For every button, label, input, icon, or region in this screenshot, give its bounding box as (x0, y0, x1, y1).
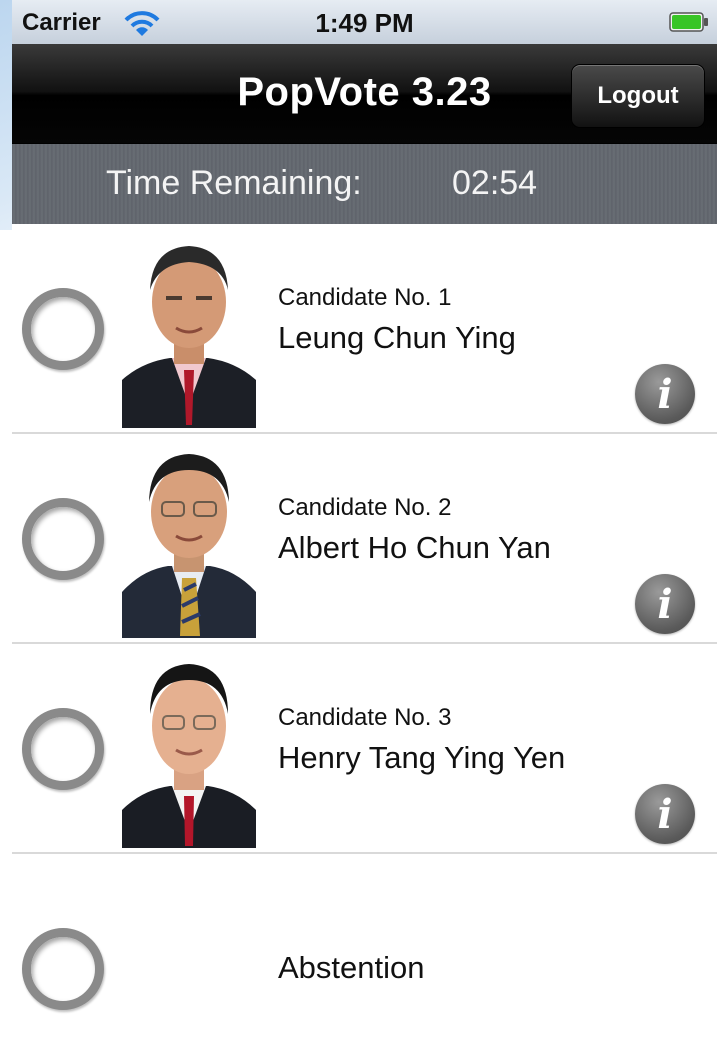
info-icon[interactable]: i (635, 784, 695, 844)
candidate-number: Candidate No. 2 (278, 494, 452, 521)
status-bar: Carrier 1:49 PM (12, 0, 717, 44)
candidate-name: Albert Ho Chun Yan (278, 530, 551, 565)
navigation-bar: PopVote 3.23 Logout (12, 44, 717, 144)
candidate-row[interactable]: Candidate No. 2 Albert Ho Chun Yan i (12, 434, 717, 644)
candidate-number: Candidate No. 3 (278, 704, 452, 731)
radio-button[interactable] (22, 498, 104, 580)
radio-button[interactable] (22, 928, 104, 1010)
time-remaining-label: Time Remaining: (106, 164, 362, 202)
status-time: 1:49 PM (315, 8, 414, 38)
candidate-photo (122, 650, 256, 848)
candidate-photo (122, 230, 256, 428)
candidate-row[interactable]: Candidate No. 3 Henry Tang Ying Yen i (12, 644, 717, 854)
info-icon[interactable]: i (635, 364, 695, 424)
radio-button[interactable] (22, 708, 104, 790)
timer-banner: Time Remaining: 02:54 (12, 144, 717, 224)
candidate-row[interactable]: Candidate No. 1 Leung Chun Ying i (12, 224, 717, 434)
candidate-number: Candidate No. 1 (278, 284, 452, 311)
candidate-name: Leung Chun Ying (278, 320, 516, 355)
abstention-label: Abstention (278, 950, 425, 985)
battery-icon (669, 12, 709, 32)
radio-button[interactable] (22, 288, 104, 370)
info-icon[interactable]: i (635, 574, 695, 634)
time-remaining-value: 02:54 (452, 164, 538, 202)
candidate-list: Candidate No. 1 Leung Chun Ying i Candid… (12, 224, 717, 1057)
logout-button[interactable]: Logout (571, 64, 705, 128)
phone-screen: Carrier 1:49 PM PopVote 3.23 Logout Time… (12, 0, 717, 1057)
candidate-name: Henry Tang Ying Yen (278, 740, 566, 775)
abstention-row[interactable]: Abstention (12, 854, 717, 1057)
candidate-photo (122, 440, 256, 638)
